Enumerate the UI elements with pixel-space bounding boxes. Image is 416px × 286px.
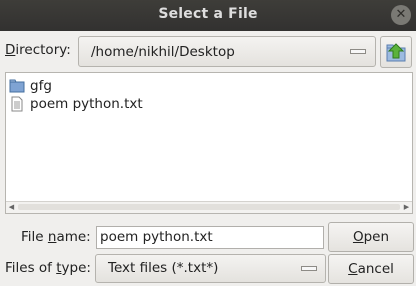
directory-label: Directory: [5, 42, 71, 58]
directory-path: /home/nikhil/Desktop [91, 44, 235, 60]
file-type-combo[interactable]: Text files (*.txt*) [95, 254, 326, 283]
close-button[interactable]: ✕ [391, 5, 411, 25]
title-bar: Select a File ✕ [0, 0, 416, 31]
combo-handle-icon [350, 49, 366, 54]
list-item-poem[interactable]: poem python.txt [9, 95, 143, 113]
file-name-field[interactable] [96, 226, 324, 249]
file-name-label: File name: [21, 229, 91, 245]
text-file-icon [11, 96, 23, 112]
cancel-button[interactable]: Cancel [328, 254, 414, 284]
parent-directory-button[interactable] [380, 36, 412, 68]
file-name: gfg [30, 78, 52, 94]
list-item-gfg[interactable]: gfg [9, 77, 52, 95]
folder-up-icon [386, 43, 406, 62]
file-name-input[interactable] [100, 229, 320, 245]
window-title: Select a File [158, 6, 258, 22]
combo-handle-icon [301, 266, 317, 271]
file-list[interactable]: gfg poem python.txt ◀ ▶ [5, 72, 413, 214]
directory-combo[interactable]: /home/nikhil/Desktop [78, 36, 376, 67]
scroll-right-icon[interactable]: ▶ [401, 202, 412, 213]
file-type-label: Files of type: [5, 260, 91, 276]
close-icon: ✕ [395, 7, 407, 22]
open-button[interactable]: Open [328, 222, 414, 252]
file-name: poem python.txt [30, 96, 143, 112]
scroll-left-icon[interactable]: ◀ [6, 202, 17, 213]
file-type-value: Text files (*.txt*) [108, 260, 219, 276]
horizontal-scrollbar[interactable]: ◀ ▶ [6, 201, 412, 213]
folder-icon [9, 79, 25, 93]
scrollbar-track[interactable] [18, 204, 400, 210]
